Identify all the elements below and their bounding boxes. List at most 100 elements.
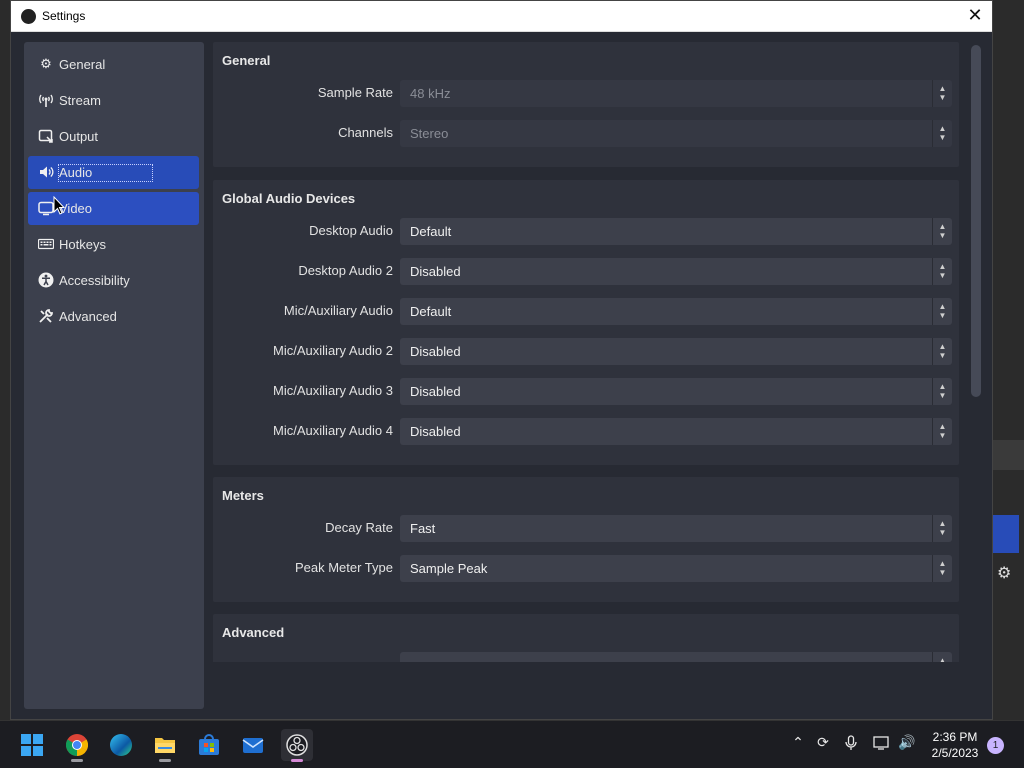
updown-arrows-icon: ▲▼ (932, 418, 952, 445)
sidebar-item-advanced[interactable]: Advanced (28, 300, 199, 333)
mic-aux-audio-4-select[interactable]: Disabled ▲ ▼ (400, 418, 952, 445)
sample-rate-value: 48 kHz (410, 86, 451, 101)
sample-rate-label: Sample Rate (317, 85, 393, 100)
taskbar-obs-studio[interactable] (281, 729, 313, 762)
monitor-icon (38, 200, 54, 216)
microphone-icon[interactable] (841, 735, 861, 755)
notification-badge[interactable]: 1 (987, 737, 1004, 754)
sidebar-item-label: Output (59, 129, 99, 144)
channels-label: Channels (338, 125, 393, 140)
mic-aux-audio-2-value: Disabled (410, 344, 461, 359)
mic-aux-audio-3-label: Mic/Auxiliary Audio 3 (273, 383, 393, 398)
bg-selected-strip (993, 515, 1019, 553)
section-title: Advanced (222, 625, 285, 640)
channels-select: Stereo ▲ ▼ (400, 120, 952, 147)
sample-rate-select: 48 kHz ▲ ▼ (400, 80, 952, 107)
running-indicator (159, 759, 171, 762)
mic-aux-audio-2-label: Mic/Auxiliary Audio 2 (273, 343, 393, 358)
windows-taskbar: ⌃ ⟳ 🔊 2:36 PM 2/5/2023 1 (0, 720, 1024, 768)
volume-icon[interactable]: 🔊 (897, 735, 917, 751)
updown-arrows-icon: ▲▼ (932, 515, 952, 542)
desktop-audio-select[interactable]: Default ▲ ▼ (400, 218, 952, 245)
updown-arrows-icon: ▲▼ (932, 218, 952, 245)
sidebar-item-label: Audio (57, 164, 154, 182)
windows-logo-icon (21, 734, 43, 756)
mail-icon (242, 734, 264, 756)
sidebar-item-accessibility[interactable]: Accessibility (28, 264, 199, 297)
store-icon (198, 734, 220, 756)
updown-arrows-icon: ▲▼ (932, 258, 952, 285)
section-meters: Meters Decay Rate Fast ▲ ▼ Peak Meter Typ… (213, 477, 959, 602)
peak-meter-type-select[interactable]: Sample Peak ▲ ▼ (400, 555, 952, 582)
mic-aux-audio-4-label: Mic/Auxiliary Audio 4 (273, 423, 393, 438)
running-indicator (71, 759, 83, 762)
updown-arrows-icon: ▲▼ (932, 120, 952, 147)
system-clock[interactable]: 2:36 PM 2/5/2023 (922, 729, 988, 761)
speaker-icon (38, 164, 54, 180)
bg-panel-strip (993, 440, 1024, 470)
desktop-audio-2-select[interactable]: Disabled ▲ ▼ (400, 258, 952, 285)
mic-aux-audio-select[interactable]: Default ▲ ▼ (400, 298, 952, 325)
close-button[interactable]: ✕ (964, 5, 986, 27)
sidebar-item-hotkeys[interactable]: Hotkeys (28, 228, 199, 261)
show-hidden-icons-chevron-icon[interactable]: ⌃ (788, 735, 808, 751)
sync-icon[interactable]: ⟳ (813, 735, 833, 751)
tools-icon (38, 308, 54, 324)
keyboard-icon (37, 236, 55, 252)
settings-sidebar: ⚙ General Stream Output Audio Video Hotk… (24, 42, 204, 709)
desktop-audio-2-value: Disabled (410, 264, 461, 279)
mic-aux-audio-value: Default (410, 304, 452, 319)
mic-aux-audio-label: Mic/Auxiliary Audio (283, 303, 393, 318)
bg-gear-icon: ⚙ (997, 563, 1012, 582)
settings-content[interactable]: General Sample Rate 48 kHz ▲ ▼ Channels S… (211, 42, 989, 662)
start-button[interactable] (16, 729, 48, 761)
mic-aux-audio-3-value: Disabled (410, 384, 461, 399)
accessibility-icon (38, 272, 54, 288)
decay-rate-label: Decay Rate (325, 520, 393, 535)
section-title: Global Audio Devices (222, 191, 356, 206)
sidebar-item-label: Advanced (59, 309, 117, 324)
title-bar: Settings ✕ (11, 1, 992, 32)
section-title: Meters (222, 488, 264, 503)
updown-arrows-icon: ▲▼ (932, 555, 952, 582)
folder-icon (154, 734, 176, 756)
output-icon (38, 128, 54, 144)
sidebar-item-label: Stream (59, 93, 101, 108)
sidebar-item-label: General (59, 57, 106, 72)
updown-arrows-icon: ▲▼ (932, 652, 952, 662)
section-title: General (222, 53, 271, 68)
content-scrollbar[interactable] (971, 45, 981, 397)
sidebar-item-output[interactable]: Output (28, 120, 199, 153)
active-indicator (291, 759, 303, 762)
decay-rate-value: Fast (410, 521, 436, 536)
section-general: General Sample Rate 48 kHz ▲ ▼ Channels S… (213, 42, 959, 167)
taskbar-mail[interactable] (237, 729, 269, 761)
sidebar-item-stream[interactable]: Stream (28, 84, 199, 117)
decay-rate-select[interactable]: Fast ▲ ▼ (400, 515, 952, 542)
obs-icon (286, 734, 308, 756)
settings-window: Settings ✕ ⚙ General Stream Output Audio (10, 0, 993, 720)
network-icon[interactable] (872, 735, 892, 755)
updown-arrows-icon: ▲▼ (932, 298, 952, 325)
advanced-partial-select[interactable]: ▲▼ (400, 652, 952, 662)
window-title: Settings (42, 9, 86, 23)
sidebar-item-general[interactable]: ⚙ General (28, 48, 199, 81)
taskbar-microsoft-store[interactable] (193, 729, 225, 761)
sidebar-item-audio[interactable]: Audio (28, 156, 199, 189)
edge-icon (110, 734, 132, 756)
desktop-audio-label: Desktop Audio (309, 223, 393, 238)
updown-arrows-icon: ▲▼ (932, 338, 952, 365)
section-advanced: Advanced ▲▼ (213, 614, 959, 662)
desktop-audio-2-label: Desktop Audio 2 (298, 263, 393, 278)
taskbar-file-explorer[interactable] (149, 729, 181, 762)
taskbar-chrome[interactable] (61, 729, 93, 762)
section-global-audio-devices: Global Audio Devices Desktop Audio Defau… (213, 180, 959, 465)
peak-meter-type-label: Peak Meter Type (294, 560, 393, 575)
updown-arrows-icon: ▲▼ (932, 378, 952, 405)
mic-aux-audio-2-select[interactable]: Disabled ▲ ▼ (400, 338, 952, 365)
desktop-audio-value: Default (410, 224, 452, 239)
peak-meter-type-value: Sample Peak (410, 561, 488, 576)
mic-aux-audio-3-select[interactable]: Disabled ▲ ▼ (400, 378, 952, 405)
taskbar-edge[interactable] (105, 729, 137, 761)
updown-arrows-icon: ▲▼ (932, 80, 952, 107)
